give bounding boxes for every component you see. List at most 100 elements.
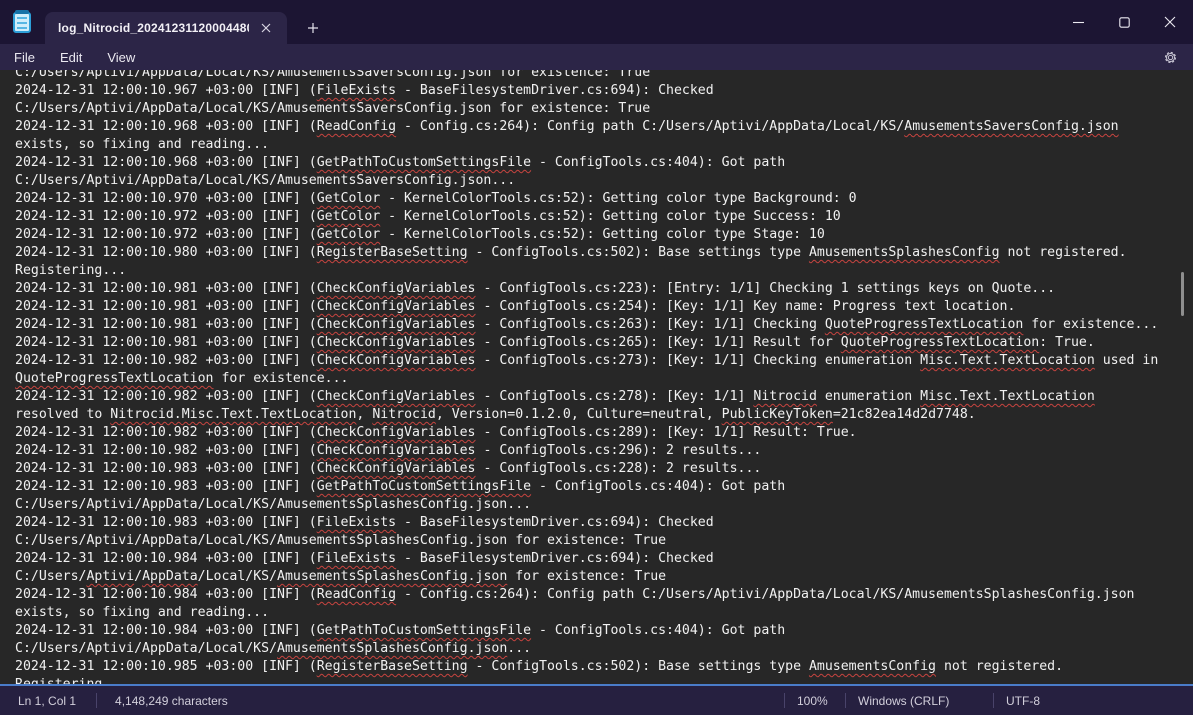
log-line: 2024-12-31 12:00:10.982 +03:00 [INF] (Ch…: [15, 424, 1183, 442]
log-text: - BaseFilesystemDriver.cs:694): Checked: [396, 83, 714, 98]
misspelled-token: Nitrocid: [372, 407, 436, 422]
encoding: UTF-8: [994, 686, 1104, 715]
log-line: 2024-12-31 12:00:10.968 +03:00 [INF] (Ge…: [15, 154, 1183, 172]
misspelled-token: FileExists: [317, 83, 396, 98]
tab-log-file[interactable]: log_Nitrocid_202412311200044804: [45, 12, 287, 44]
settings-button[interactable]: [1153, 45, 1187, 69]
misspelled-token: GetColor: [317, 191, 381, 206]
misspelled-token: CheckConfigVariables: [317, 389, 476, 404]
log-line: C:/Users/Aptivi/AppData/Local/KS/Amuseme…: [15, 640, 1183, 658]
log-text: - ConfigTools.cs:296): 2 results...: [476, 443, 762, 458]
log-text: C:/Users/Aptivi/AppData/Local/KS/: [15, 641, 277, 656]
menu-view[interactable]: View: [96, 47, 146, 68]
log-line: QuoteProgressTextLocation for existence.…: [15, 370, 1183, 388]
misspelled-token: GetColor: [317, 209, 381, 224]
misspelled-token: CheckConfigVariables: [317, 443, 476, 458]
misspelled-token: GetColor: [317, 227, 381, 242]
log-text: - ConfigTools.cs:502): Base settings typ…: [468, 659, 809, 674]
statusbar-right-group: 100% Windows (CRLF) UTF-8: [784, 686, 1104, 715]
zoom-level-value: 100%: [785, 694, 828, 708]
misspelled-token: Misc.Text.TextLocation: [920, 353, 1095, 368]
log-line: Registering...: [15, 676, 1183, 684]
log-text: used in: [1095, 353, 1159, 368]
misspelled-token: FileExists: [317, 551, 396, 566]
log-text: - ConfigTools.cs:263): [Key: 1/1] Checki…: [476, 317, 825, 332]
log-line: resolved to Nitrocid.Misc.Text.TextLocat…: [15, 406, 1183, 424]
misspelled-token: RegisterBaseSetting: [317, 659, 468, 674]
log-text: 2024-12-31 12:00:10.984 +03:00 [INF] (: [15, 587, 317, 602]
notepad-icon-binding: [15, 10, 29, 14]
misspelled-token: CheckConfigVariables: [317, 461, 476, 476]
log-text: 2024-12-31 12:00:10.982 +03:00 [INF] (: [15, 425, 317, 440]
notepad-window: log_Nitrocid_202412311200044804 File Edi…: [0, 0, 1193, 715]
log-text: - BaseFilesystemDriver.cs:694): Checked: [396, 515, 714, 530]
log-text: 2024-12-31 12:00:10.981 +03:00 [INF] (: [15, 335, 317, 350]
menu-edit[interactable]: Edit: [49, 47, 93, 68]
log-content: C:/Users/Aptivi/AppData/Local/KS/Amuseme…: [15, 70, 1183, 684]
log-text: for existence...: [214, 371, 349, 386]
line-ending: Windows (CRLF): [846, 686, 993, 715]
misspelled-token: AmusementsSplashesConfig.json: [277, 569, 507, 584]
misspelled-token: ReadConfig: [317, 119, 396, 134]
log-text: C:/Users/: [15, 569, 86, 584]
misspelled-token: GetPathToCustomSettingsFile: [317, 155, 531, 170]
maximize-icon: [1119, 17, 1130, 28]
log-text: - Config.cs:264): Config path C:/Users/A…: [396, 587, 1134, 602]
log-text: - ConfigTools.cs:254): [Key: 1/1] Key na…: [476, 299, 1016, 314]
log-text: - ConfigTools.cs:278): [Key: 1/1]: [476, 389, 754, 404]
log-text: - ConfigTools.cs:265): [Key: 1/1] Result…: [476, 335, 841, 350]
vertical-scrollbar-thumb[interactable]: [1181, 272, 1184, 316]
log-text: - ConfigTools.cs:404): Got path: [531, 479, 785, 494]
log-line: 2024-12-31 12:00:10.981 +03:00 [INF] (Ch…: [15, 298, 1183, 316]
misspelled-token: AmusementsSplashesConfig: [809, 245, 1000, 260]
log-text: 2024-12-31 12:00:10.983 +03:00 [INF] (: [15, 461, 317, 476]
log-line: exists, so fixing and reading...: [15, 136, 1183, 154]
log-text: 2024-12-31 12:00:10.983 +03:00 [INF] (: [15, 479, 317, 494]
minimize-button[interactable]: [1055, 0, 1101, 44]
log-text: Registering...: [15, 263, 126, 278]
log-text: =21c82ea14d2d7748.: [833, 407, 976, 422]
log-text: 2024-12-31 12:00:10.981 +03:00 [INF] (: [15, 317, 317, 332]
misspelled-token: QuoteProgressTextLocation: [15, 371, 214, 386]
notepad-app-icon: [13, 10, 33, 34]
misspelled-token: Aptivi: [86, 569, 134, 584]
close-button[interactable]: [1147, 0, 1193, 44]
log-text: - ConfigTools.cs:502): Base settings typ…: [468, 245, 809, 260]
log-text: - ConfigTools.cs:273): [Key: 1/1] Checki…: [476, 353, 921, 368]
log-text: - Config.cs:264): Config path C:/Users/A…: [396, 119, 904, 134]
log-text: C:/Users/Aptivi/AppData/Local/KS/Amuseme…: [15, 173, 515, 188]
log-line: 2024-12-31 12:00:10.980 +03:00 [INF] (Re…: [15, 244, 1183, 262]
log-text: not registered.: [1000, 245, 1127, 260]
settings-gear-icon: [1163, 50, 1178, 65]
new-tab-button[interactable]: [300, 16, 326, 40]
log-line: 2024-12-31 12:00:10.984 +03:00 [INF] (Re…: [15, 586, 1183, 604]
log-text: , Version=0.1.2.0, Culture=neutral,: [436, 407, 722, 422]
log-text: - KernelColorTools.cs:52): Getting color…: [380, 227, 825, 242]
close-icon: [1164, 16, 1176, 28]
notepad-icon-page: [13, 12, 31, 33]
titlebar: log_Nitrocid_202412311200044804: [0, 0, 1193, 44]
misspelled-token: AmusementsConfig: [809, 659, 936, 674]
log-text: exists, so fixing and reading...: [15, 137, 269, 152]
menubar: File Edit View: [0, 44, 1193, 70]
text-editor[interactable]: C:/Users/Aptivi/AppData/Local/KS/Amuseme…: [0, 70, 1193, 684]
log-text: exists, so fixing and reading...: [15, 605, 269, 620]
log-line: C:/Users/Aptivi/AppData/Local/KS/Amuseme…: [15, 172, 1183, 190]
log-text: - ConfigTools.cs:289): [Key: 1/1] Result…: [476, 425, 857, 440]
misspelled-token: GetPathToCustomSettingsFile: [317, 623, 531, 638]
log-text: 2024-12-31 12:00:10.982 +03:00 [INF] (: [15, 353, 317, 368]
tab-close-button[interactable]: [255, 17, 277, 39]
log-text: - ConfigTools.cs:404): Got path: [531, 155, 785, 170]
log-text: 2024-12-31 12:00:10.967 +03:00 [INF] (: [15, 83, 317, 98]
log-line: 2024-12-31 12:00:10.982 +03:00 [INF] (Ch…: [15, 388, 1183, 406]
log-text: - ConfigTools.cs:223): [Entry: 1/1] Chec…: [476, 281, 1056, 296]
log-text: C:/Users/Aptivi/AppData/Local/KS/Amuseme…: [15, 101, 650, 116]
minimize-icon: [1073, 17, 1084, 28]
log-text: 2024-12-31 12:00:10.968 +03:00 [INF] (: [15, 119, 317, 134]
misspelled-token: PublicKeyToken: [722, 407, 833, 422]
log-text: resolved to: [15, 407, 110, 422]
menu-file[interactable]: File: [3, 47, 46, 68]
misspelled-token: CheckConfigVariables: [317, 425, 476, 440]
log-text: 2024-12-31 12:00:10.982 +03:00 [INF] (: [15, 443, 317, 458]
maximize-button[interactable]: [1101, 0, 1147, 44]
